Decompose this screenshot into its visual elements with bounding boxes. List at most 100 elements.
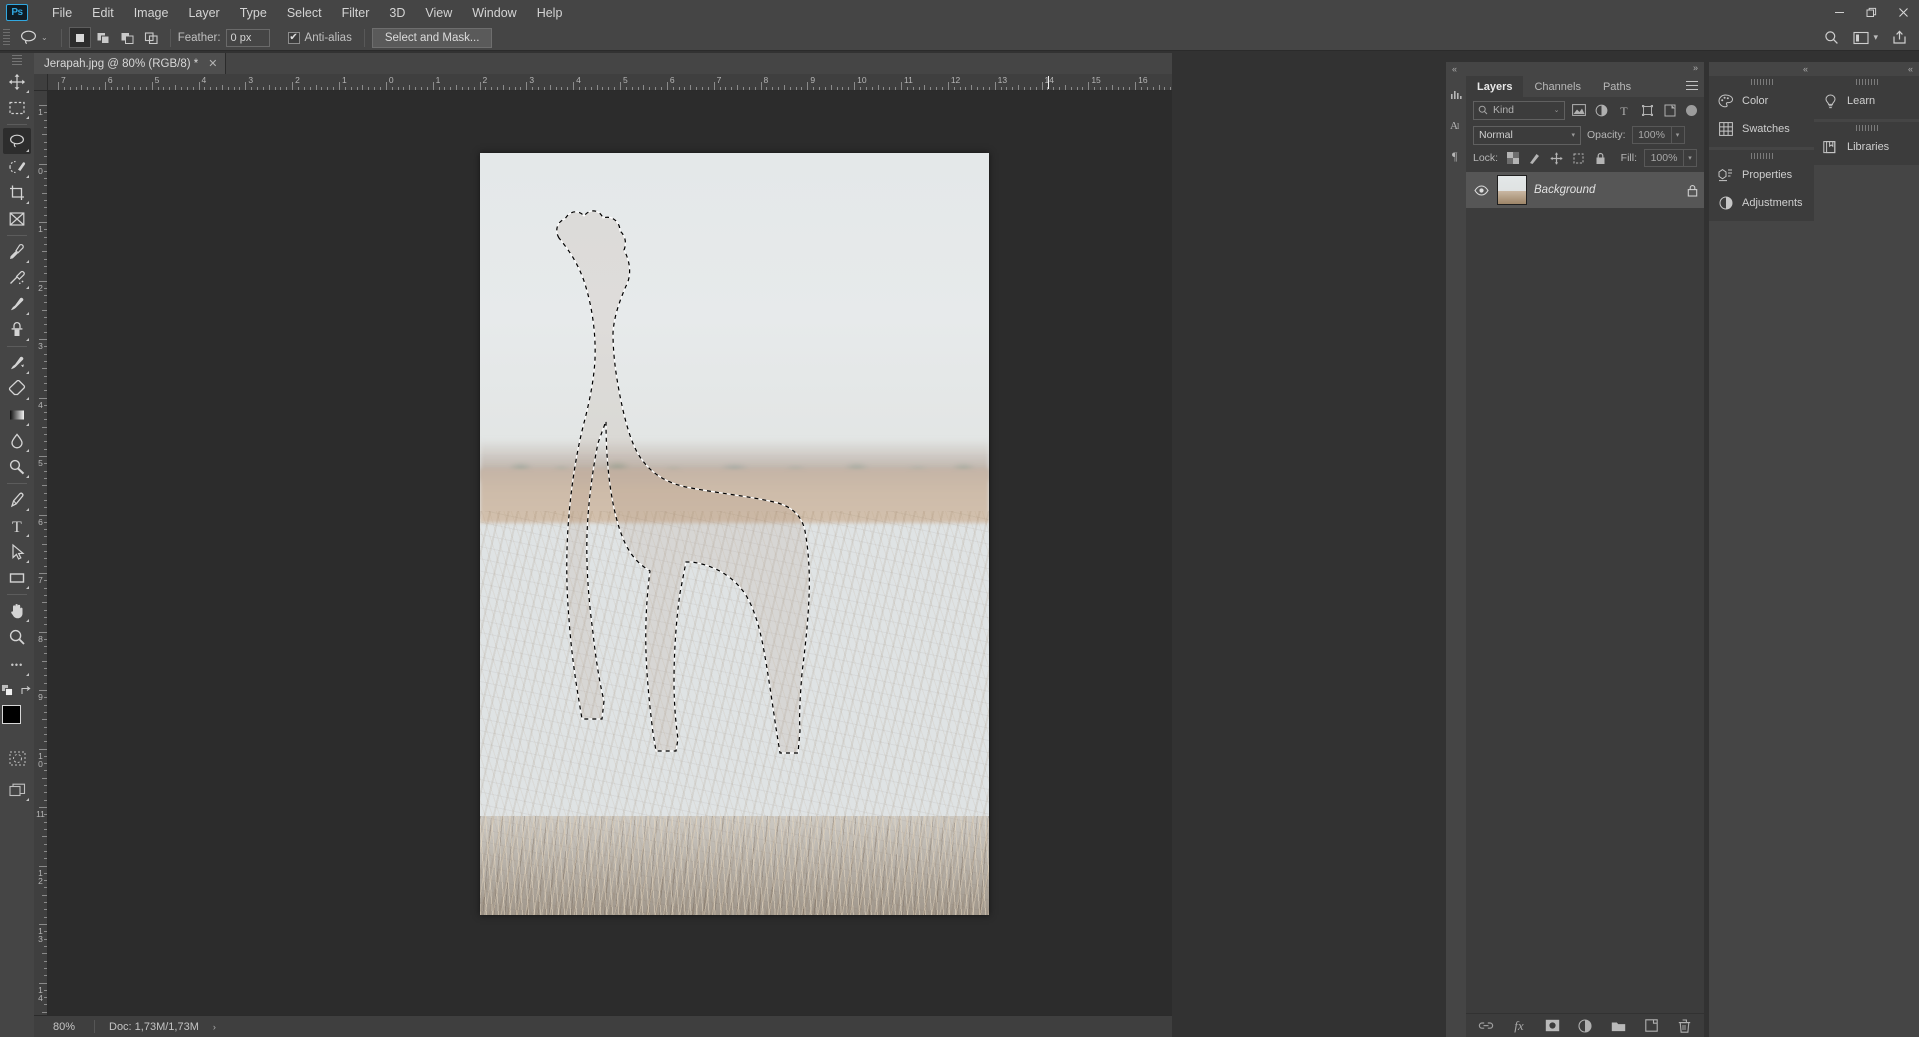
screen-mode-button[interactable] [3, 777, 31, 803]
swap-colors-icon[interactable] [20, 685, 33, 697]
intersect-with-selection-button[interactable] [141, 27, 163, 48]
opacity-stepper[interactable]: ▾ [1671, 126, 1685, 144]
lasso-tool[interactable] [3, 128, 31, 154]
character-icon[interactable]: A l [1447, 116, 1465, 134]
column-b-collapse-header[interactable]: « [1814, 62, 1919, 76]
opacity-value[interactable]: 100% [1631, 126, 1672, 144]
options-bar-grip[interactable] [3, 28, 10, 47]
eyedropper-tool[interactable] [3, 239, 31, 265]
link-layers-button[interactable] [1478, 1018, 1494, 1034]
panel-item-learn[interactable]: Learn [1814, 87, 1919, 115]
histogram-icon[interactable] [1447, 85, 1465, 103]
column-a-collapse-header[interactable]: « [1709, 62, 1814, 76]
group-grip[interactable] [1814, 76, 1919, 87]
blur-tool[interactable] [3, 428, 31, 454]
more-tools-button[interactable]: ••• [3, 652, 31, 678]
status-menu-arrow-icon[interactable]: › [213, 1022, 216, 1032]
crop-tool[interactable] [3, 180, 31, 206]
blend-mode-select[interactable]: Normal ▾ [1473, 125, 1581, 145]
fill-stepper[interactable]: ▾ [1684, 149, 1697, 167]
pixel-filter-icon[interactable] [1570, 101, 1588, 119]
panel-item-libraries[interactable]: Libraries [1814, 133, 1919, 161]
group-grip[interactable] [1709, 150, 1814, 161]
gradient-tool[interactable] [3, 402, 31, 428]
hand-tool[interactable] [3, 598, 31, 624]
expand-panels-icon[interactable]: « [1693, 64, 1698, 74]
menu-item-layer[interactable]: Layer [178, 2, 229, 24]
select-and-mask-button[interactable]: Select and Mask... [371, 27, 493, 48]
lock-transparent-pixels-icon[interactable] [1505, 151, 1520, 166]
search-icon[interactable] [1824, 30, 1839, 45]
frame-tool[interactable] [3, 206, 31, 232]
delete-layer-button[interactable] [1676, 1018, 1692, 1034]
zoom-tool[interactable] [3, 624, 31, 650]
dodge-tool[interactable] [3, 454, 31, 480]
tab-channels[interactable]: Channels [1523, 76, 1591, 97]
menu-item-image[interactable]: Image [124, 2, 179, 24]
menu-item-select[interactable]: Select [277, 2, 332, 24]
lock-all-icon[interactable] [1593, 151, 1608, 166]
spot-healing-brush-tool[interactable] [3, 265, 31, 291]
menu-item-view[interactable]: View [415, 2, 462, 24]
group-grip[interactable] [1814, 122, 1919, 133]
tab-layers[interactable]: Layers [1466, 76, 1524, 97]
new-adjustment-layer-button[interactable] [1577, 1018, 1593, 1034]
clone-stamp-tool[interactable] [3, 317, 31, 343]
chevron-down-icon[interactable]: ⌄ [1554, 106, 1560, 114]
layer-name[interactable]: Background [1534, 184, 1680, 196]
new-selection-button[interactable] [68, 27, 91, 48]
zoom-level-field[interactable]: 80% [34, 1021, 94, 1033]
minimize-button[interactable] [1823, 0, 1855, 25]
document-tab[interactable]: Jerapah.jpg @ 80% (RGB/8) * ✕ [34, 53, 227, 74]
adjustment-filter-icon[interactable] [1592, 101, 1610, 119]
layer-row[interactable]: Background [1466, 172, 1704, 208]
type-tool[interactable]: T [3, 513, 31, 539]
path-selection-tool[interactable] [3, 539, 31, 565]
toolbar-grip[interactable] [12, 55, 22, 65]
quick-mask-button[interactable] [3, 745, 31, 771]
panel-item-color[interactable]: Color [1709, 87, 1814, 115]
new-group-button[interactable] [1610, 1018, 1626, 1034]
menu-item-3d[interactable]: 3D [379, 2, 415, 24]
smart-object-filter-icon[interactable] [1661, 101, 1679, 119]
menu-item-help[interactable]: Help [527, 2, 573, 24]
maximize-restore-button[interactable] [1855, 0, 1887, 25]
add-layer-mask-button[interactable] [1544, 1018, 1560, 1034]
layer-visibility-toggle[interactable] [1472, 184, 1490, 196]
close-button[interactable] [1887, 0, 1919, 25]
menu-item-type[interactable]: Type [230, 2, 277, 24]
tool-preset-caret-icon[interactable]: ⌄ [41, 33, 48, 42]
menu-item-edit[interactable]: Edit [82, 2, 124, 24]
add-to-selection-button[interactable] [93, 27, 115, 48]
eraser-tool[interactable] [3, 376, 31, 402]
chevron-down-icon[interactable]: ▾ [1873, 32, 1878, 43]
new-layer-button[interactable] [1643, 1018, 1659, 1034]
collapse-panels-icon[interactable]: « [1452, 64, 1457, 74]
horizontal-ruler[interactable]: 7 6 5 4 3 2 1 0 1 2 3 4 5 6 7 8 9 10 11 12 13 14 15 16 [48, 74, 1172, 91]
ruler-corner[interactable] [34, 74, 48, 91]
collapse-icon[interactable]: « [1908, 64, 1913, 74]
lasso-tool-icon[interactable] [15, 27, 41, 49]
subtract-from-selection-button[interactable] [117, 27, 139, 48]
chevron-down-icon[interactable]: ▾ [1571, 131, 1575, 139]
type-filter-icon[interactable]: T [1615, 101, 1633, 119]
lock-icon[interactable] [1687, 184, 1698, 197]
lock-image-pixels-icon[interactable] [1527, 151, 1542, 166]
filter-toggle-switch[interactable] [1686, 104, 1698, 116]
layer-style-button[interactable]: fx [1511, 1018, 1527, 1034]
move-tool[interactable] [3, 69, 31, 95]
canvas-area[interactable] [48, 91, 1172, 1027]
feather-input[interactable] [225, 28, 270, 47]
collapse-icon[interactable]: « [1803, 64, 1808, 74]
menu-item-file[interactable]: File [42, 2, 82, 24]
paragraph-icon[interactable]: ¶ [1447, 147, 1465, 165]
anti-alias-checkbox[interactable]: ✔ [287, 31, 300, 44]
foreground-color-swatch[interactable] [2, 705, 21, 724]
color-swatches[interactable] [2, 705, 32, 735]
panel-item-swatches[interactable]: Swatches [1709, 115, 1814, 143]
menu-item-filter[interactable]: Filter [332, 2, 380, 24]
panel-item-properties[interactable]: Properties [1709, 161, 1814, 189]
pen-tool[interactable] [3, 487, 31, 513]
rectangular-marquee-tool[interactable] [3, 95, 31, 121]
panel-item-adjustments[interactable]: Adjustments [1709, 189, 1814, 217]
